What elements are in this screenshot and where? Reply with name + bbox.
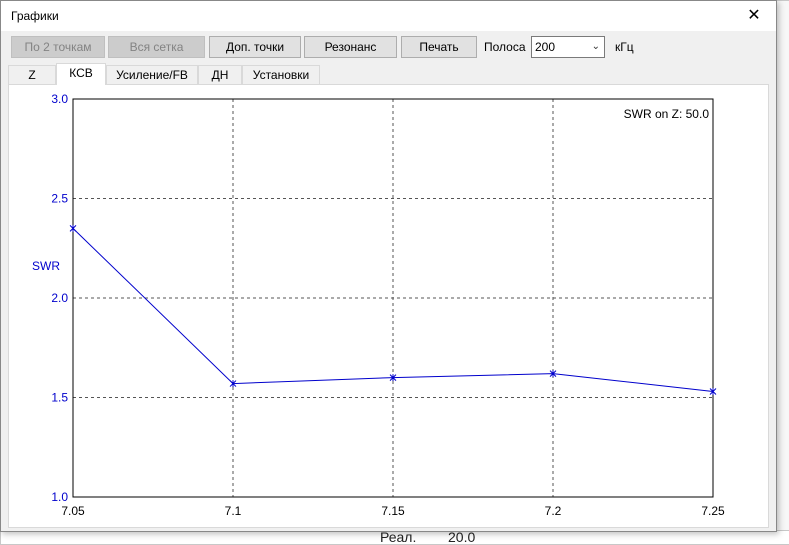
- tab-gain-fb[interactable]: Усиление/FB: [106, 65, 198, 85]
- background-field-label: Реал.: [380, 531, 417, 543]
- full-grid-button[interactable]: Вся сетка: [108, 36, 205, 58]
- band-select-value: 200: [535, 40, 556, 54]
- print-button[interactable]: Печать: [401, 36, 477, 58]
- background-panel: [776, 0, 789, 545]
- x-tick-label: 7.15: [381, 504, 405, 518]
- band-unit-label: кГц: [615, 40, 634, 54]
- swr-chart: 7.05 7.1 7.15 7.2 7.25 1.0 1.5 2.0 2.5 3.0 SWR SWR …: [32, 92, 725, 518]
- swr-chart-panel: 7.05 7.1 7.15 7.2 7.25 1.0 1.5 2.0 2.5 3.0 SWR SWR …: [8, 84, 769, 528]
- swr-annotation: SWR on Z: 50.0: [624, 107, 710, 121]
- window-title: Графики: [11, 9, 59, 23]
- toolbar: По 2 точкам Вся сетка Доп. точки Резонан…: [1, 31, 776, 63]
- x-tick-label: 7.2: [545, 504, 562, 518]
- tab-swr[interactable]: КСВ: [56, 63, 106, 85]
- graphs-window: Графики ✕ По 2 точкам Вся сетка Доп. точ…: [0, 0, 777, 532]
- resonance-button[interactable]: Резонанс: [304, 36, 397, 58]
- y-tick-label: 3.0: [51, 92, 68, 106]
- background-field-value: 20.0: [448, 531, 476, 543]
- close-icon[interactable]: ✕: [732, 1, 776, 31]
- tab-settings[interactable]: Установки: [242, 65, 320, 85]
- x-tick-label: 7.1: [225, 504, 242, 518]
- extra-points-button[interactable]: Доп. точки: [209, 36, 301, 58]
- x-tick-label: 7.05: [61, 504, 85, 518]
- band-label: Полоса: [484, 40, 526, 54]
- two-points-button[interactable]: По 2 точкам: [11, 36, 105, 58]
- y-tick-label: 2.0: [51, 291, 68, 305]
- swr-data-point: [69, 224, 77, 232]
- band-select[interactable]: 200 ⌄: [531, 36, 605, 58]
- chevron-down-icon: ⌄: [591, 41, 600, 52]
- title-bar[interactable]: Графики ✕: [1, 1, 776, 31]
- y-tick-label: 1.5: [51, 391, 68, 405]
- y-tick-label: 1.0: [51, 490, 68, 504]
- x-tick-label: 7.25: [701, 504, 725, 518]
- tab-strip: Z КСВ Усиление/FB ДН Установки: [1, 63, 776, 85]
- tab-pattern[interactable]: ДН: [198, 65, 242, 85]
- tab-z[interactable]: Z: [8, 65, 56, 85]
- y-tick-label: 2.5: [51, 192, 68, 206]
- y-axis-label: SWR: [32, 259, 60, 273]
